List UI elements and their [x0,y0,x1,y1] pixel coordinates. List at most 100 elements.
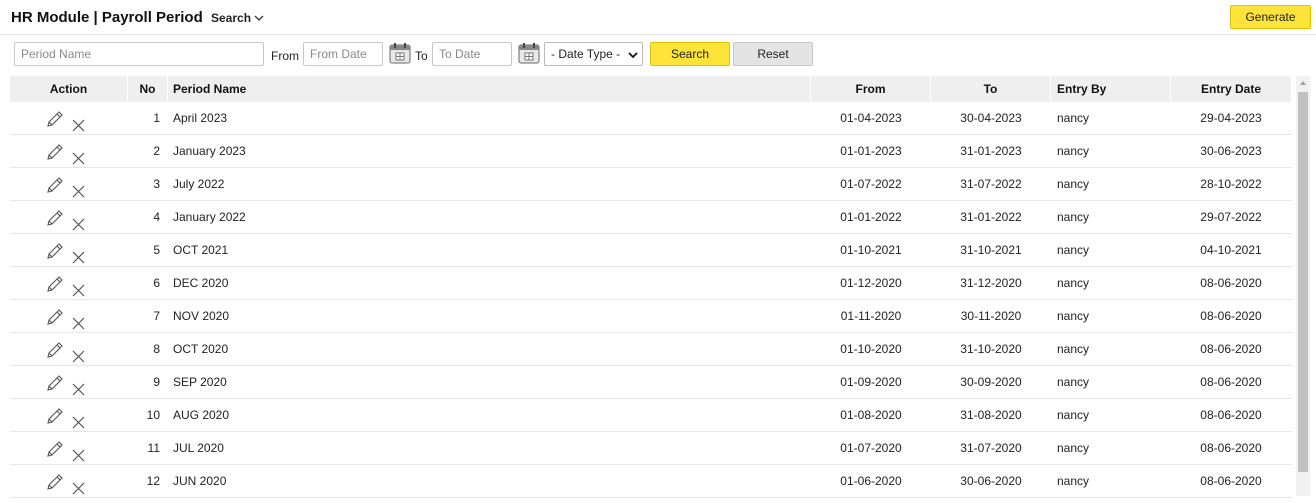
table-body: 1 April 2023 01-04-2023 30-04-2023 nancy 29-0… [10,102,1292,498]
from-date-cell: 01-12-2020 [840,276,902,290]
scrollbar-thumb[interactable] [1298,92,1308,472]
close-icon[interactable] [72,145,85,165]
table-row[interactable]: 1 April 2023 01-04-2023 30-04-2023 nancy 29-0… [10,102,1292,135]
search-button[interactable]: Search [650,42,730,66]
calendar-icon[interactable] [389,42,411,64]
pencil-icon[interactable] [45,274,64,293]
to-date-cell: 31-12-2020 [960,276,1022,290]
to-date-cell: 31-07-2022 [960,177,1022,191]
generate-button[interactable]: Generate [1230,5,1311,29]
row-number: 11 [147,441,160,455]
column-header-period-name[interactable]: Period Name [168,76,811,102]
table-row[interactable]: 7 NOV 2020 01-11-2020 30-11-2020 nancy 08-06-… [10,300,1292,333]
from-date-cell: 01-01-2022 [840,210,902,224]
close-icon[interactable] [72,442,85,462]
from-date-cell: 01-10-2021 [840,243,902,257]
row-actions [10,201,128,234]
table-header: Action No Period Name From To Entry By E… [10,76,1292,102]
to-date-cell: 30-11-2020 [960,309,1022,323]
search-menu-label: Search [211,11,252,25]
entry-by-cell: nancy [1057,309,1090,323]
close-icon[interactable] [72,376,85,396]
column-header-no: No [128,76,168,102]
column-header-from[interactable]: From [811,76,931,102]
pencil-icon[interactable] [45,373,64,392]
to-date-input[interactable] [432,42,512,66]
period-name-cell: SEP 2020 [173,375,227,389]
from-date-cell: 01-07-2020 [840,441,902,455]
filter-bar: From To - Date Type - Search Reset [0,42,1316,66]
pencil-icon[interactable] [45,340,64,359]
close-icon[interactable] [72,211,85,231]
to-label: To [415,49,428,63]
entry-by-cell: nancy [1057,111,1090,125]
close-icon[interactable] [72,409,85,429]
entry-date-cell: 08-06-2020 [1200,441,1262,455]
calendar-icon[interactable] [518,42,540,64]
table-row[interactable]: 10 AUG 2020 01-08-2020 31-08-2020 nancy 08-06… [10,399,1292,432]
period-name-input[interactable] [14,42,264,66]
table-row[interactable]: 4 January 2022 01-01-2022 31-01-2022 nancy 29… [10,201,1292,234]
entry-date-cell: 29-07-2022 [1200,210,1262,224]
row-actions [10,102,128,135]
row-number: 6 [153,276,160,290]
pencil-icon[interactable] [45,241,64,260]
table-row[interactable]: 6 DEC 2020 01-12-2020 31-12-2020 nancy 08-06-… [10,267,1292,300]
table-row[interactable]: 2 January 2023 01-01-2023 31-01-2023 nancy 30… [10,135,1292,168]
to-date-cell: 31-07-2020 [960,441,1022,455]
close-icon[interactable] [72,112,85,132]
entry-date-cell: 30-06-2023 [1200,144,1262,158]
close-icon[interactable] [72,244,85,264]
period-name-cell: January 2023 [173,144,246,158]
scroll-up-arrow-icon[interactable] [1296,76,1310,90]
close-icon[interactable] [72,310,85,330]
page-title: HR Module | Payroll Period [11,9,203,26]
row-number: 5 [153,243,160,257]
entry-by-cell: nancy [1057,408,1090,422]
entry-by-cell: nancy [1057,243,1090,257]
date-type-select[interactable]: - Date Type - [544,42,643,66]
row-number: 3 [153,177,160,191]
from-date-cell: 01-06-2020 [840,474,902,488]
table-row[interactable]: 5 OCT 2021 01-10-2021 31-10-2021 nancy 04-10-… [10,234,1292,267]
from-date-cell: 01-01-2023 [840,144,902,158]
pencil-icon[interactable] [45,109,64,128]
pencil-icon[interactable] [45,208,64,227]
from-label: From [271,49,299,63]
chevron-down-icon [628,52,638,59]
table-row[interactable]: 8 OCT 2020 01-10-2020 31-10-2020 nancy 08-06-… [10,333,1292,366]
entry-date-cell: 08-06-2020 [1200,474,1262,488]
table-row[interactable]: 3 July 2022 01-07-2022 31-07-2022 nancy 28-10… [10,168,1292,201]
reset-button[interactable]: Reset [733,42,813,66]
close-icon[interactable] [72,277,85,297]
row-number: 10 [146,408,160,422]
search-menu-toggle[interactable]: Search [211,11,264,25]
from-date-input[interactable] [303,42,383,66]
pencil-icon[interactable] [45,439,64,458]
entry-date-cell: 08-06-2020 [1200,375,1262,389]
row-actions [10,267,128,300]
pencil-icon[interactable] [45,307,64,326]
row-number: 2 [153,144,160,158]
pencil-icon[interactable] [45,472,64,491]
table-row[interactable]: 12 JUN 2020 01-06-2020 30-06-2020 nancy 08-06… [10,465,1292,498]
column-header-entry-by[interactable]: Entry By [1051,76,1171,102]
entry-by-cell: nancy [1057,144,1090,158]
period-name-cell: April 2023 [173,111,228,125]
pencil-icon[interactable] [45,406,64,425]
row-number: 8 [153,342,160,356]
close-icon[interactable] [72,178,85,198]
row-number: 12 [146,474,160,488]
close-icon[interactable] [72,475,85,495]
table-row[interactable]: 11 JUL 2020 01-07-2020 31-07-2020 nancy 08-06… [10,432,1292,465]
entry-date-cell: 08-06-2020 [1200,309,1262,323]
from-date-cell: 01-07-2022 [840,177,902,191]
pencil-icon[interactable] [45,142,64,161]
column-header-entry-date[interactable]: Entry Date [1171,76,1292,102]
pencil-icon[interactable] [45,175,64,194]
close-icon[interactable] [72,343,85,363]
table-row[interactable]: 9 SEP 2020 01-09-2020 30-09-2020 nancy 08-06-… [10,366,1292,399]
vertical-scrollbar[interactable] [1296,76,1310,496]
column-header-to[interactable]: To [931,76,1051,102]
entry-by-cell: nancy [1057,441,1090,455]
